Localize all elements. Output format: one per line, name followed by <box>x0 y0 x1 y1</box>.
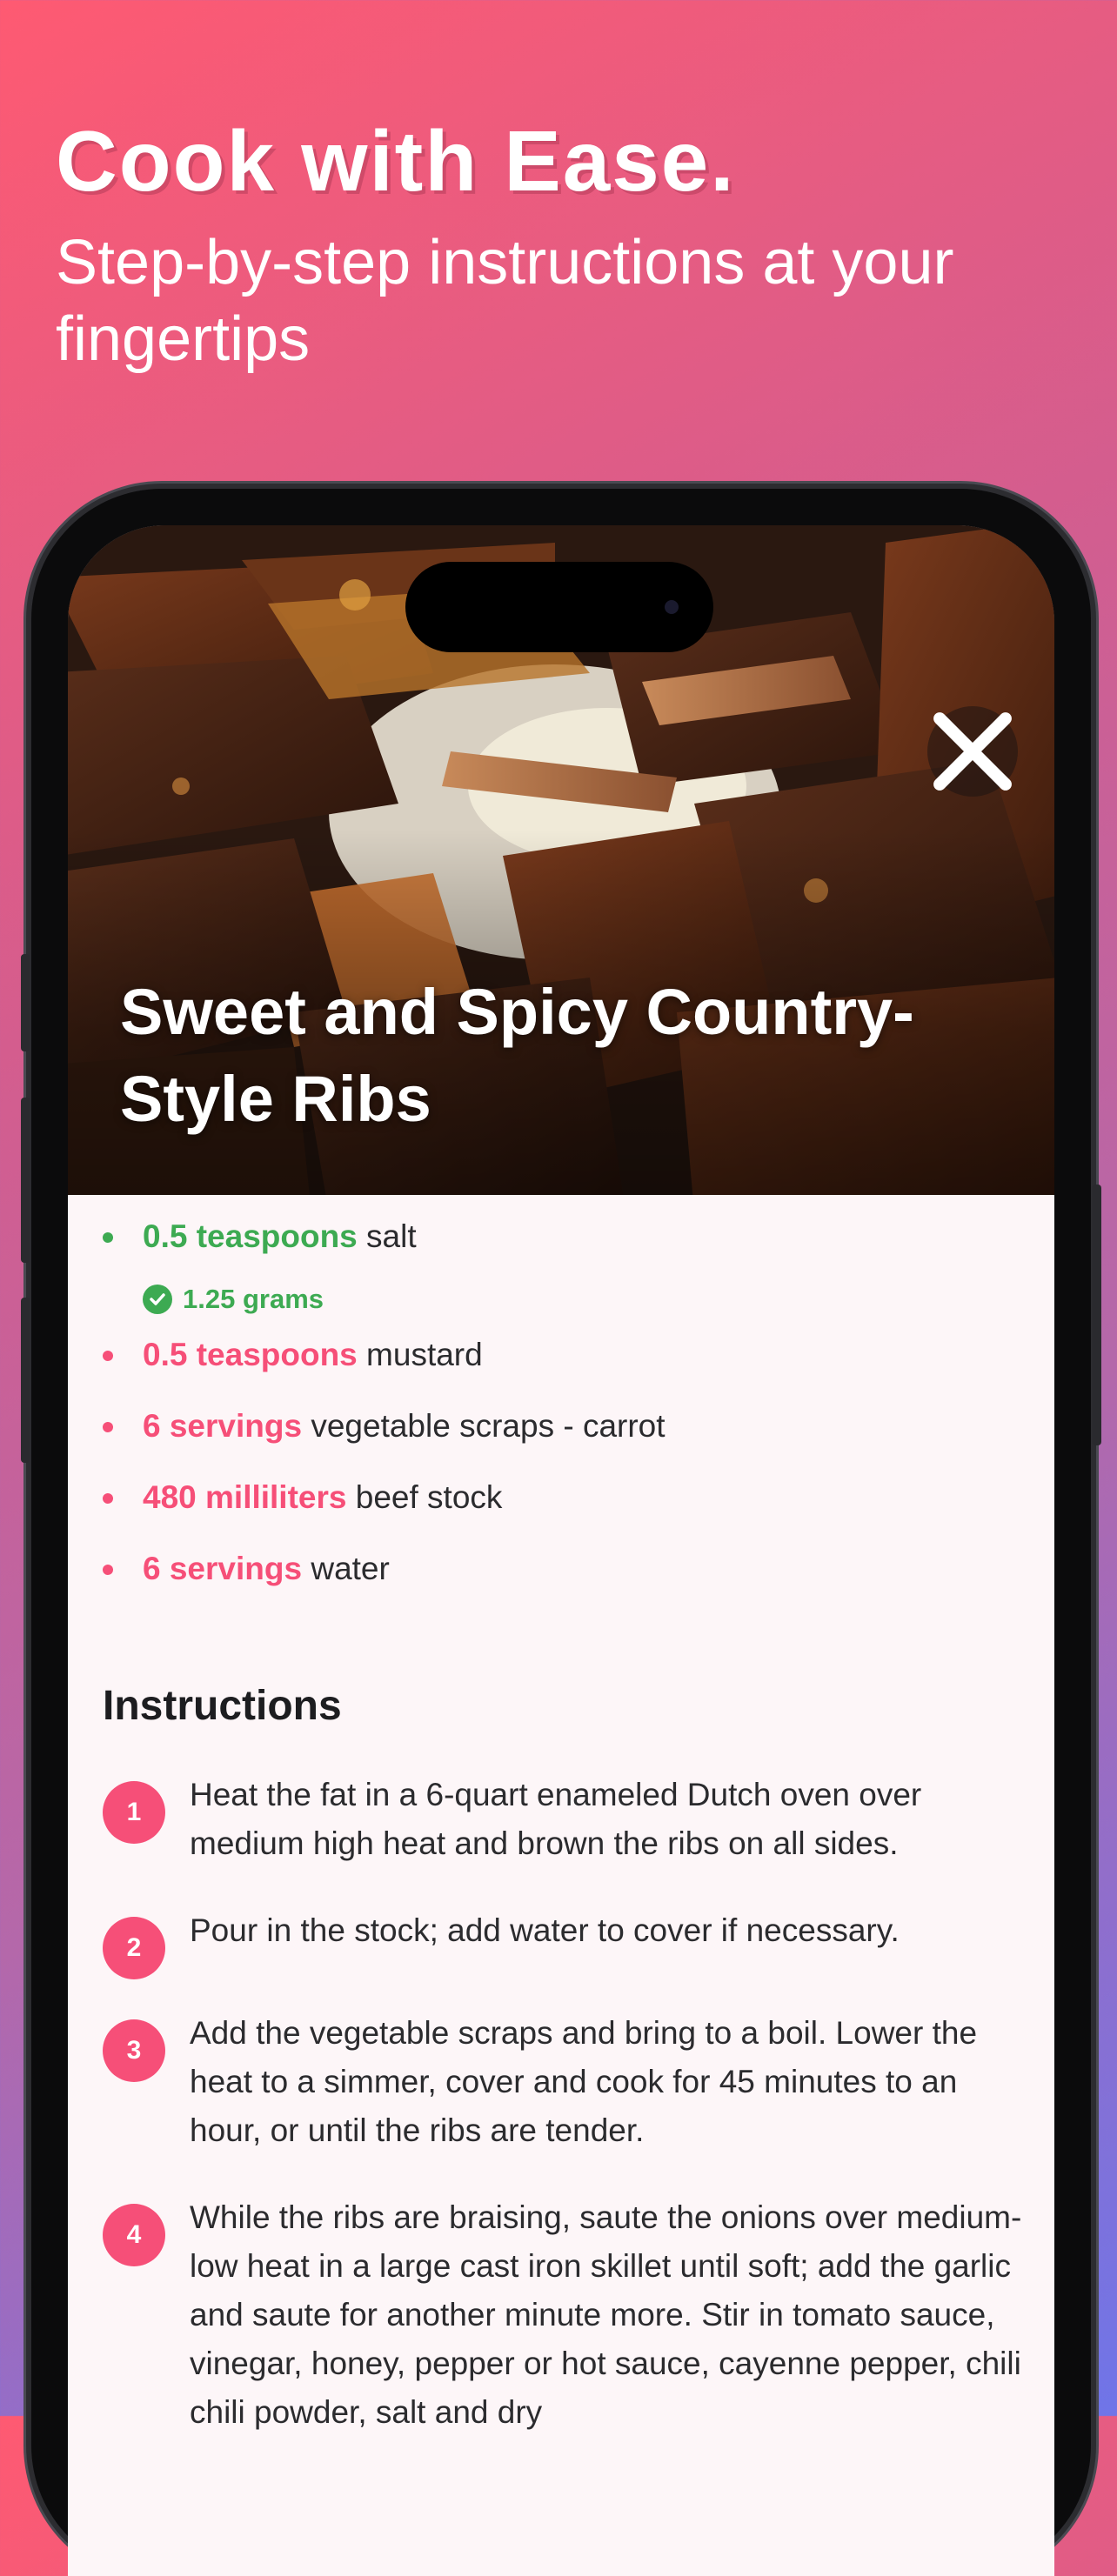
step-text: Heat the fat in a 6-quart enameled Dutch… <box>190 1777 922 1861</box>
check-circle-icon <box>143 1284 172 1314</box>
phone-frame: Sweet and Spicy Country-Style Ribs 0.5 t… <box>21 489 1101 2576</box>
ingredient-name: vegetable scraps - carrot <box>302 1408 666 1444</box>
promo-headline: Cook with Ease. <box>56 113 736 209</box>
ingredient-quantity: 6 servings <box>143 1551 303 1586</box>
ingredient-text: 6 servings vegetable scraps - carrot <box>143 1400 666 1452</box>
phone-volume-up-button <box>21 1098 30 1263</box>
instructions-heading: Instructions <box>103 1683 342 1729</box>
ingredient-text: 6 servings water <box>143 1543 390 1595</box>
step-number-badge: 2 <box>103 1917 165 1979</box>
ingredient-name: beef stock <box>346 1479 503 1515</box>
phone-volume-down-button <box>21 1298 30 1463</box>
step-text: While the ribs are braising, saute the o… <box>190 2199 1022 2430</box>
bullet-dot <box>103 1422 113 1432</box>
recipe-title: Sweet and Spicy Country-Style Ribs <box>120 976 914 1135</box>
recipe-hero-image: Sweet and Spicy Country-Style Ribs <box>68 525 1054 1195</box>
ingredient-text: 480 milliliters beef stock <box>143 1472 502 1524</box>
ingredient-name: salt <box>357 1218 417 1254</box>
close-button[interactable] <box>927 706 1018 797</box>
camera-dot <box>665 600 679 614</box>
bullet-dot <box>103 1232 113 1243</box>
close-icon <box>933 712 1012 791</box>
step-text: Pour in the stock; add water to cover if… <box>190 1912 900 1948</box>
bullet-dot <box>103 1565 113 1575</box>
phone-action-button <box>21 954 30 1051</box>
app-screen: Sweet and Spicy Country-Style Ribs 0.5 t… <box>68 525 1054 2576</box>
ingredient-text: 0.5 teaspoons salt <box>143 1211 417 1263</box>
ingredient-text: 0.5 teaspoons mustard <box>143 1329 483 1381</box>
step-number-badge: 3 <box>103 2019 165 2082</box>
ingredient-quantity: 480 milliliters <box>143 1479 347 1515</box>
dynamic-island <box>405 562 713 652</box>
converted-amount-text: 1.25 grams <box>183 1284 324 1314</box>
ingredient-quantity: 0.5 teaspoons <box>143 1218 358 1254</box>
bullet-dot <box>103 1351 113 1361</box>
phone-power-button <box>1093 1185 1101 1445</box>
ingredient-quantity: 0.5 teaspoons <box>143 1337 358 1372</box>
ingredient-quantity: 6 servings <box>143 1408 303 1444</box>
step-number-badge: 1 <box>103 1781 165 1844</box>
step-number-badge: 4 <box>103 2204 165 2266</box>
ingredient-name: water <box>302 1551 390 1586</box>
converted-amount: 1.25 grams <box>143 1282 324 1317</box>
bullet-dot <box>103 1493 113 1504</box>
step-text: Add the vegetable scraps and bring to a … <box>190 2015 978 2148</box>
ingredient-name: mustard <box>357 1337 483 1372</box>
promo-subheadline: Step-by-step instructions at your finger… <box>56 228 954 374</box>
